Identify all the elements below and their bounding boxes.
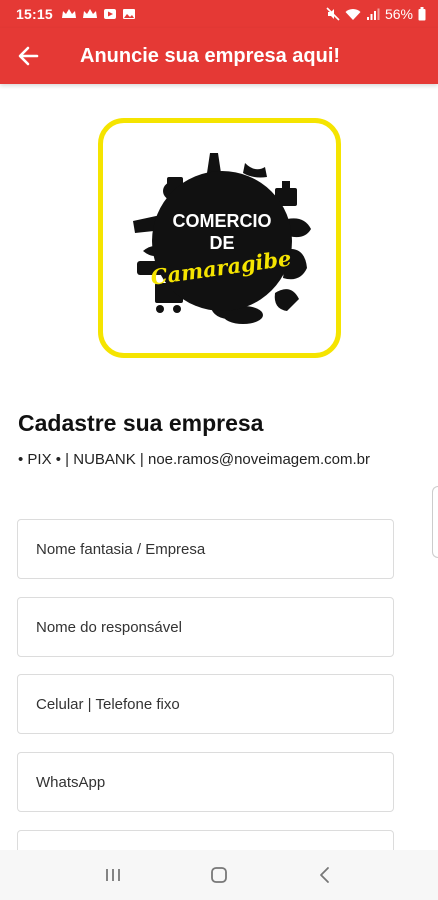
- next-field[interactable]: [17, 830, 394, 850]
- home-icon: [211, 867, 227, 883]
- status-time: 15:15: [16, 6, 53, 22]
- business-logo: COMERCIO DE Camaragibe: [98, 118, 341, 358]
- logo-text-line2: DE: [209, 233, 234, 253]
- crown-icon: [82, 9, 97, 18]
- status-bar: 15:15 56%: [0, 0, 438, 28]
- main-content[interactable]: COMERCIO DE Camaragibe Cadastre sua empr…: [0, 84, 438, 850]
- responsible-name-field[interactable]: [17, 597, 394, 657]
- logo-text-line1: COMERCIO: [172, 211, 271, 231]
- chevron-left-icon: [320, 867, 329, 883]
- phone-input[interactable]: [36, 695, 375, 713]
- system-back-button[interactable]: [305, 855, 345, 895]
- home-button[interactable]: [199, 855, 239, 895]
- phone-field[interactable]: [17, 674, 394, 734]
- comercio-logo-image: COMERCIO DE Camaragibe: [132, 153, 311, 324]
- battery-icon: [418, 7, 426, 21]
- video-icon: [103, 9, 116, 19]
- battery-percentage: 56%: [384, 6, 413, 22]
- notification-icons: [61, 8, 136, 20]
- business-name-input[interactable]: [36, 540, 375, 558]
- page-title: Anuncie sua empresa aqui!: [80, 44, 341, 67]
- side-drawer-handle[interactable]: [432, 486, 438, 558]
- image-icon: [122, 9, 135, 19]
- arrow-left-icon: [18, 46, 39, 66]
- recent-apps-icon: [106, 869, 120, 881]
- back-button[interactable]: [0, 28, 56, 84]
- app-bar: Anuncie sua empresa aqui!: [0, 28, 438, 84]
- whatsapp-field[interactable]: [17, 752, 394, 812]
- mute-icon: [326, 7, 340, 21]
- crown-icon: [61, 9, 76, 18]
- responsible-name-input[interactable]: [36, 618, 375, 636]
- system-nav-bar: [0, 850, 438, 900]
- business-name-field[interactable]: [17, 519, 394, 579]
- wifi-icon: [345, 8, 361, 20]
- whatsapp-input[interactable]: [36, 773, 375, 791]
- pix-info: • PIX • | NUBANK | noe.ramos@noveimagem.…: [18, 451, 370, 468]
- form-title: Cadastre sua empresa: [18, 410, 264, 436]
- recent-apps-button[interactable]: [93, 855, 133, 895]
- signal-icon: [366, 8, 380, 20]
